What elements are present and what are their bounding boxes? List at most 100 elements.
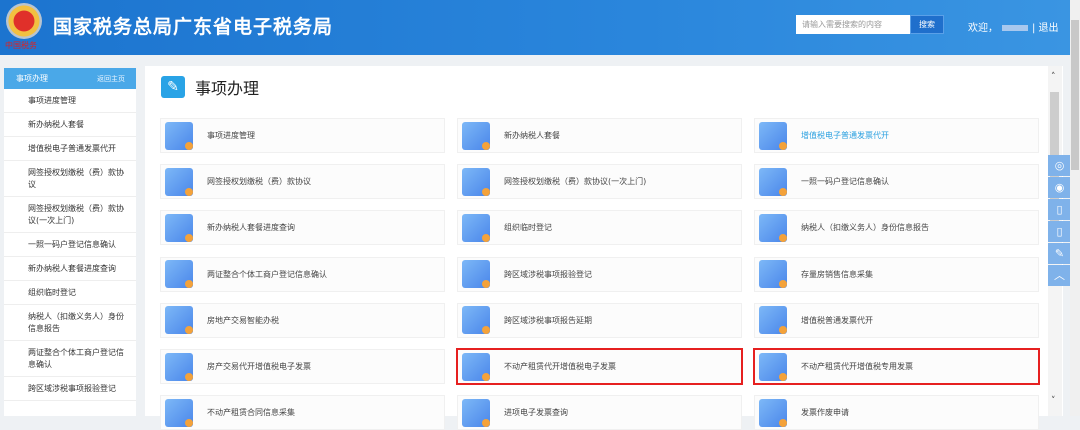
service-label: 房地产交易智能办税 — [207, 315, 279, 325]
logout-link[interactable]: | 退出 — [1032, 19, 1059, 34]
main-panel: ✎ 事项办理 事项进度管理 新办纳税人套餐 增值税电子普通发票代开网签授权划缴税（费… — [145, 66, 1063, 430]
sidebar-item[interactable]: 一照一码户登记信息确认 — [4, 233, 136, 257]
service-icon — [165, 306, 193, 335]
emblem-text: 中国税务 — [5, 41, 37, 50]
service-label: 增值税电子普通发票代开 — [801, 131, 889, 140]
service-card[interactable]: 两证整合个体工商户登记信息确认 — [160, 256, 445, 292]
service-icon — [462, 167, 490, 196]
service-card[interactable]: 发票作废申请 — [754, 395, 1039, 430]
service-icon — [759, 121, 787, 150]
service-icon — [759, 398, 787, 427]
service-card[interactable]: 事项进度管理 — [160, 118, 445, 153]
service-icon — [462, 213, 490, 242]
service-icon — [759, 306, 787, 335]
service-card[interactable]: 跨区域涉税事项报验登记 — [457, 256, 742, 292]
float-toolbar: ◎ ◉ ▯ ▯ ✎ ︿ — [1048, 155, 1071, 287]
sidebar-header: 事项办理 返回主页 — [4, 68, 136, 89]
sidebar-item[interactable]: 新办纳税人套餐进度查询 — [4, 257, 136, 281]
page-scrollbar[interactable] — [1070, 0, 1080, 416]
service-icon — [462, 352, 490, 381]
feedback-icon[interactable]: ✎ — [1048, 243, 1071, 264]
service-icon — [759, 260, 787, 289]
sidebar-item[interactable]: 跨区域涉税事项报验登记 — [4, 377, 136, 401]
service-icon — [462, 121, 490, 150]
service-label: 房产交易代开增值税电子发票 — [207, 362, 311, 371]
service-label: 网签授权划缴税（费）款协议(一次上门) — [504, 177, 647, 187]
service-icon — [759, 167, 787, 196]
service-label: 跨区域涉税事项报验登记 — [504, 269, 592, 279]
service-label: 存量房销售信息采集 — [801, 269, 873, 279]
welcome-label: 欢迎， — [968, 23, 998, 34]
sidebar-title: 事项办理 — [16, 74, 48, 83]
service-card[interactable]: 不动产租赁代开增值税专用发票 — [753, 348, 1040, 385]
wechat-icon[interactable]: ◎ — [1048, 155, 1071, 176]
service-icon — [462, 398, 490, 427]
service-card[interactable]: 跨区域涉税事项报告延期 — [457, 302, 742, 338]
service-icon — [165, 260, 193, 289]
welcome-text: 欢迎， — [968, 19, 1028, 34]
sidebar-item[interactable]: 事项进度管理 — [4, 89, 136, 113]
tax-emblem-logo — [6, 3, 42, 39]
service-label: 网签授权划缴税（费）款协议 — [207, 177, 311, 187]
service-card[interactable]: 纳税人（扣缴义务人）身份信息报告 — [754, 210, 1039, 246]
weibo-icon[interactable]: ◉ — [1048, 177, 1071, 198]
service-label: 不动产租赁合同信息采集 — [207, 408, 295, 418]
service-card[interactable]: 不动产租赁代开增值税电子发票 — [456, 348, 743, 385]
service-card[interactable]: 新办纳税人套餐进度查询 — [160, 210, 445, 246]
service-label: 不动产租赁代开增值税电子发票 — [504, 362, 616, 371]
search-button[interactable]: 搜索 — [910, 15, 944, 34]
service-label: 不动产租赁代开增值税专用发票 — [801, 362, 913, 371]
service-label: 组织临时登记 — [504, 223, 552, 233]
service-card[interactable]: 组织临时登记 — [457, 210, 742, 246]
page-scrollbar-thumb[interactable] — [1071, 20, 1079, 170]
sidebar-item[interactable]: 组织临时登记 — [4, 281, 136, 305]
service-card[interactable]: 增值税普通发票代开 — [754, 302, 1039, 338]
edit-icon: ✎ — [161, 76, 185, 98]
service-label: 发票作废申请 — [801, 408, 849, 418]
service-card[interactable]: 房产交易代开增值税电子发票 — [160, 349, 445, 384]
sidebar-item[interactable]: 两证整合个体工商户登记信息确认 — [4, 341, 136, 377]
return-home-link[interactable]: 返回主页 — [97, 74, 125, 84]
service-card[interactable]: 不动产租赁合同信息采集 — [160, 395, 445, 430]
service-label: 事项进度管理 — [207, 131, 255, 140]
scroll-down-icon[interactable]: ˅ — [1051, 396, 1056, 406]
sidebar-item[interactable]: 增值税电子普通发票代开 — [4, 137, 136, 161]
service-card[interactable]: 房地产交易智能办税 — [160, 302, 445, 338]
service-card[interactable]: 存量房销售信息采集 — [754, 256, 1039, 292]
service-label: 新办纳税人套餐进度查询 — [207, 223, 295, 233]
service-label: 新办纳税人套餐 — [504, 131, 560, 140]
service-card[interactable]: 网签授权划缴税（费）款协议 — [160, 164, 445, 200]
service-label: 跨区域涉税事项报告延期 — [504, 315, 592, 325]
service-card[interactable]: 一照一码户登记信息确认 — [754, 164, 1039, 200]
username-blurred — [1002, 25, 1028, 31]
sidebar-item[interactable]: 网签授权划缴税（费）款协议(一次上门) — [4, 197, 136, 233]
site-title: 国家税务总局广东省电子税务局 — [53, 16, 334, 38]
back-to-top-icon[interactable]: ︿ — [1048, 265, 1071, 286]
sidebar-item[interactable]: 新办纳税人套餐 — [4, 113, 136, 137]
service-icon — [462, 260, 490, 289]
header: 中国税务 国家税务总局广东省电子税务局 请输入需要搜索的内容 搜索 欢迎， | … — [0, 0, 1070, 55]
sidebar-item[interactable]: 网签授权划缴税（费）款协议 — [4, 161, 136, 197]
sidebar-item[interactable]: 纳税人（扣缴义务人）身份信息报告 — [4, 305, 136, 341]
sidebar: 事项办理 返回主页 事项进度管理 新办纳税人套餐 增值税电子普通发票代开 网签授权划缴… — [4, 68, 136, 416]
mobile-icon[interactable]: ▯ — [1048, 199, 1071, 220]
service-icon — [165, 121, 193, 150]
service-icon — [165, 167, 193, 196]
service-label: 增值税普通发票代开 — [801, 315, 873, 325]
service-icon — [165, 213, 193, 242]
service-card[interactable]: 增值税电子普通发票代开 — [754, 118, 1039, 153]
service-label: 一照一码户登记信息确认 — [801, 177, 889, 187]
service-label: 两证整合个体工商户登记信息确认 — [207, 269, 327, 279]
service-card[interactable]: 网签授权划缴税（费）款协议(一次上门) — [457, 164, 742, 200]
service-icon — [165, 352, 193, 381]
service-label: 纳税人（扣缴义务人）身份信息报告 — [801, 223, 929, 233]
service-icon — [759, 352, 787, 381]
service-icon — [462, 306, 490, 335]
search-input[interactable]: 请输入需要搜索的内容 — [796, 15, 910, 34]
service-card[interactable]: 进项电子发票查询 — [457, 395, 742, 430]
scroll-up-icon[interactable]: ˄ — [1051, 72, 1056, 82]
tablet-icon[interactable]: ▯ — [1048, 221, 1071, 242]
service-label: 进项电子发票查询 — [504, 408, 568, 418]
page-title: 事项办理 — [195, 79, 260, 98]
service-card[interactable]: 新办纳税人套餐 — [457, 118, 742, 153]
